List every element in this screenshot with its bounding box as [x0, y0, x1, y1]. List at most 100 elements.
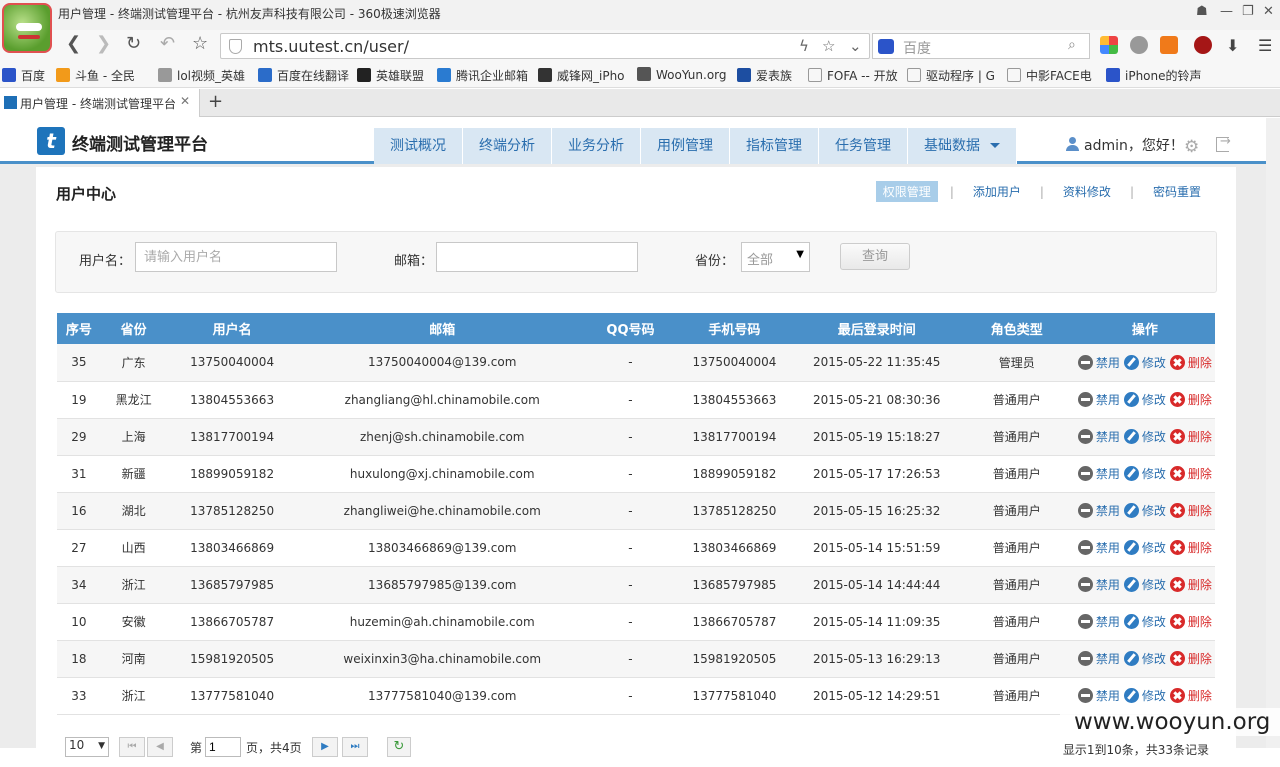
tab-close-icon[interactable]: ✕ — [180, 94, 190, 108]
bookmark-item[interactable]: 百度 — [2, 67, 45, 84]
delete-button[interactable]: 删除 — [1169, 539, 1212, 556]
delete-button[interactable]: 删除 — [1169, 354, 1212, 371]
edit-button[interactable]: 修改 — [1123, 576, 1166, 593]
email-input[interactable] — [436, 242, 638, 272]
ban-button[interactable]: 禁用 — [1077, 354, 1120, 371]
delete-button[interactable]: 删除 — [1169, 465, 1212, 482]
delete-button[interactable]: 删除 — [1169, 576, 1212, 593]
next-page-button[interactable]: ▶ — [312, 737, 338, 757]
ublock-icon[interactable] — [1194, 36, 1212, 54]
bookmark-item[interactable]: WooYun.org — [637, 67, 727, 82]
gear-icon[interactable]: ⚙ — [1184, 137, 1199, 157]
back-icon[interactable]: ❮ — [66, 33, 81, 54]
link-add-user[interactable]: 添加用户 — [966, 181, 1028, 202]
link-edit-profile[interactable]: 资料修改 — [1056, 181, 1118, 202]
bookmark-item[interactable]: 斗鱼 - 全民 — [56, 67, 135, 84]
site-logo-icon[interactable]: t — [37, 127, 65, 155]
menu-item-case-management[interactable]: 用例管理 — [641, 128, 730, 164]
maximize-icon[interactable]: ❐ — [1242, 4, 1254, 19]
menu-icon[interactable]: ☰ — [1258, 36, 1276, 55]
lightning-icon[interactable]: ϟ — [799, 37, 809, 55]
edit-button[interactable]: 修改 — [1123, 354, 1166, 371]
province-select[interactable]: 全部 ▼ — [741, 242, 810, 272]
undo-icon[interactable]: ↶ — [160, 33, 175, 54]
bookmark-item[interactable]: 威锋网_iPho — [538, 67, 625, 84]
edit-button[interactable]: 修改 — [1123, 391, 1166, 408]
reload-icon[interactable]: ↻ — [126, 33, 141, 54]
new-tab-icon[interactable]: + — [208, 91, 223, 112]
ban-button[interactable]: 禁用 — [1077, 428, 1120, 445]
search-icon[interactable]: ⌕ — [1068, 37, 1076, 53]
scrollbar[interactable] — [1266, 118, 1280, 748]
favorite-icon[interactable]: ☆ — [822, 37, 835, 55]
delete-button[interactable]: 删除 — [1169, 391, 1212, 408]
delete-label: 删除 — [1187, 541, 1212, 555]
ban-button[interactable]: 禁用 — [1077, 391, 1120, 408]
cell-last-login: 2015-05-14 15:51:59 — [794, 529, 959, 567]
forward-icon[interactable]: ❯ — [96, 33, 111, 54]
bookmark-item[interactable]: lol视频_英雄 — [158, 67, 245, 84]
bookmark-item[interactable]: FOFA -- 开放 — [808, 67, 898, 84]
rss-icon[interactable] — [1160, 36, 1178, 54]
edit-button[interactable]: 修改 — [1123, 465, 1166, 482]
delete-button[interactable]: 删除 — [1169, 613, 1212, 630]
delete-button[interactable]: 删除 — [1169, 687, 1212, 704]
minimize-icon[interactable]: — — [1220, 4, 1233, 19]
username-input[interactable] — [135, 242, 337, 272]
link-permission-management[interactable]: 权限管理 — [875, 181, 938, 202]
download-icon[interactable]: ⬇ — [1226, 36, 1244, 55]
menu-item-task-management[interactable]: 任务管理 — [819, 128, 908, 164]
search-box[interactable]: 百度 ⌕ — [872, 33, 1090, 59]
url-text[interactable]: mts.uutest.cn/user/ — [253, 37, 409, 56]
page-number-input[interactable] — [205, 737, 241, 757]
edit-button[interactable]: 修改 — [1123, 613, 1166, 630]
bookmark-item[interactable]: 爱表族 — [737, 67, 792, 84]
delete-button[interactable]: 删除 — [1169, 502, 1212, 519]
dropdown-icon[interactable]: ⌄ — [849, 37, 862, 55]
page-size-select[interactable]: 10 ▼ — [65, 737, 109, 757]
menu-item-business-analysis[interactable]: 业务分析 — [552, 128, 641, 164]
bookmark-item[interactable]: 腾讯企业邮箱 — [437, 67, 528, 84]
last-page-button[interactable]: ⏭ — [342, 737, 368, 757]
user-icon — [1066, 137, 1079, 151]
delete-button[interactable]: 删除 — [1169, 650, 1212, 667]
ban-button[interactable]: 禁用 — [1077, 502, 1120, 519]
prev-page-button[interactable]: ◀ — [147, 737, 173, 757]
bookmark-item[interactable]: 驱动程序 | G — [907, 67, 995, 84]
edit-button[interactable]: 修改 — [1123, 539, 1166, 556]
ban-button[interactable]: 禁用 — [1077, 539, 1120, 556]
menu-item-metric-management[interactable]: 指标管理 — [730, 128, 819, 164]
bookmark-item[interactable]: iPhone的铃声 — [1106, 67, 1202, 84]
ban-button[interactable]: 禁用 — [1077, 576, 1120, 593]
edit-button[interactable]: 修改 — [1123, 502, 1166, 519]
logout-icon[interactable] — [1216, 134, 1231, 152]
skin-icon[interactable]: ☗ — [1196, 4, 1208, 19]
edit-button[interactable]: 修改 — [1123, 687, 1166, 704]
menu-item-terminal-analysis[interactable]: 终端分析 — [463, 128, 552, 164]
tab-user-management[interactable]: 用户管理 - 终端测试管理平台 ✕ — [0, 89, 200, 117]
bookmark-item[interactable]: 英雄联盟 — [357, 67, 424, 84]
bookmark-item[interactable]: 中影FACE电 — [1007, 67, 1092, 84]
user-greeting[interactable]: admin，您好！ — [1084, 135, 1184, 155]
first-page-button[interactable]: ⏮ — [119, 737, 145, 757]
edit-button[interactable]: 修改 — [1123, 428, 1166, 445]
bookmark-star-icon[interactable]: ☆ — [192, 33, 208, 54]
browser-logo[interactable] — [2, 3, 52, 53]
menu-item-test-overview[interactable]: 测试概况 — [374, 128, 463, 164]
ban-button[interactable]: 禁用 — [1077, 465, 1120, 482]
address-bar[interactable]: mts.uutest.cn/user/ ϟ ☆ ⌄ — [220, 33, 870, 59]
menu-item-basic-data[interactable]: 基础数据 — [908, 128, 1017, 164]
query-button[interactable]: 查询 — [840, 243, 910, 270]
globe-icon[interactable] — [1130, 36, 1148, 54]
delete-button[interactable]: 删除 — [1169, 428, 1212, 445]
cell-username: 13817700194 — [166, 418, 298, 456]
refresh-icon[interactable]: ↻ — [387, 737, 411, 757]
apps-icon[interactable] — [1100, 36, 1118, 54]
ban-button[interactable]: 禁用 — [1077, 687, 1120, 704]
ban-button[interactable]: 禁用 — [1077, 613, 1120, 630]
ban-button[interactable]: 禁用 — [1077, 650, 1120, 667]
bookmark-item[interactable]: 百度在线翻译 — [258, 67, 349, 84]
edit-button[interactable]: 修改 — [1123, 650, 1166, 667]
close-window-icon[interactable]: ✕ — [1263, 4, 1274, 19]
link-reset-password[interactable]: 密码重置 — [1146, 181, 1208, 202]
